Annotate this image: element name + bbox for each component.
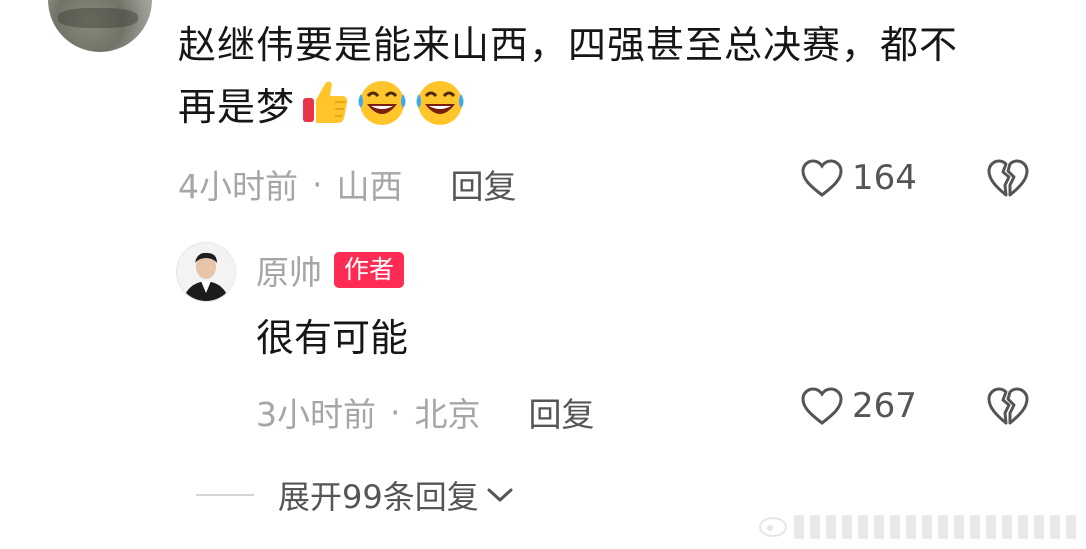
- comment-like-button[interactable]: 164: [800, 158, 917, 198]
- comment-reply-button[interactable]: 回复: [451, 160, 517, 208]
- broken-heart-icon: [987, 159, 1029, 197]
- comment-line-2: 再是梦: [178, 76, 1058, 146]
- heart-icon: [801, 159, 843, 197]
- watermark-glyph: [1018, 515, 1028, 539]
- reply-meta: 3小时前 · 北京 回复: [256, 388, 595, 436]
- watermark-glyph: [810, 515, 820, 539]
- watermark-glyph: [826, 515, 836, 539]
- commenter-avatar[interactable]: [48, 0, 152, 52]
- watermark-glyph: [794, 515, 804, 539]
- reply-like-button[interactable]: 267: [800, 386, 917, 426]
- comment-line-1: 赵继伟要是能来山西，四强甚至总决赛，都不: [178, 23, 959, 67]
- expand-divider: [196, 494, 254, 496]
- expand-replies-label: 展开99条回复: [278, 478, 479, 516]
- reply-author-name[interactable]: 原帅: [256, 246, 322, 294]
- watermark-glyph: [970, 515, 980, 539]
- rolling-laughing-icon: [413, 76, 467, 146]
- author-avatar[interactable]: [176, 242, 236, 302]
- reply-like-count: 267: [852, 386, 917, 426]
- comment-meta: 4小时前 · 山西 回复: [178, 160, 517, 208]
- thumbs-up-icon: [299, 76, 351, 146]
- meta-separator: ·: [312, 164, 323, 204]
- heart-icon: [801, 387, 843, 425]
- reply-dislike-button[interactable]: [986, 386, 1030, 430]
- reply-time: 3小时前: [256, 395, 376, 434]
- watermark-glyph: [1034, 515, 1044, 539]
- watermark-glyph: [1066, 515, 1076, 539]
- comment-location: 山西: [336, 167, 403, 206]
- author-badge: 作者: [334, 252, 405, 288]
- reply-location: 北京: [414, 395, 481, 434]
- watermark-logo: [759, 517, 787, 537]
- meta-separator: ·: [390, 392, 401, 432]
- watermark-glyph: [922, 515, 932, 539]
- expand-replies-button[interactable]: 展开99条回复: [196, 472, 515, 518]
- watermark-glyph: [858, 515, 868, 539]
- watermark: [758, 515, 1076, 539]
- reply-reply-button[interactable]: 回复: [529, 388, 595, 436]
- comment-line-2-text: 再是梦: [178, 85, 296, 129]
- reply-text: 很有可能: [256, 316, 409, 360]
- comment-time: 4小时前: [178, 167, 298, 206]
- watermark-glyph: [890, 515, 900, 539]
- watermark-glyph: [1002, 515, 1012, 539]
- rolling-laughing-icon: [355, 76, 409, 146]
- broken-heart-icon: [987, 387, 1029, 425]
- comment-dislike-button[interactable]: [986, 158, 1030, 202]
- watermark-glyph: [1050, 515, 1060, 539]
- watermark-glyph: [842, 515, 852, 539]
- comment-like-count: 164: [852, 158, 917, 198]
- reply-author-row: 原帅 作者: [256, 246, 405, 294]
- watermark-glyph: [874, 515, 884, 539]
- comment-text: 赵继伟要是能来山西，四强甚至总决赛，都不 再是梦: [178, 14, 1058, 146]
- chevron-down-icon: [487, 488, 513, 502]
- watermark-glyph: [938, 515, 948, 539]
- watermark-glyph: [986, 515, 996, 539]
- watermark-glyph: [954, 515, 964, 539]
- watermark-glyph: [906, 515, 916, 539]
